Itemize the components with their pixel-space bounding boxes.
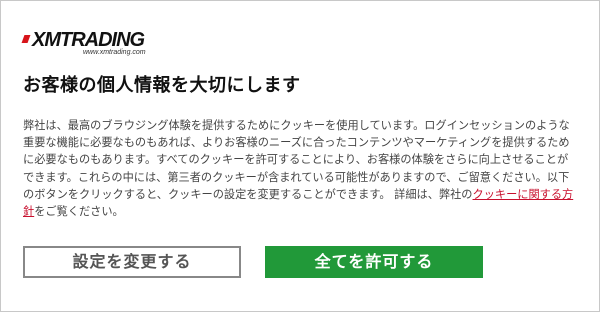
logo-red-mark-icon	[21, 35, 31, 43]
xmtrading-logo: XMTRADING www.xmtrading.com	[21, 29, 163, 61]
cookie-description: 弊社は、最高のブラウジング体験を提供するためにクッキーを使用しています。ログイン…	[23, 117, 579, 220]
dialog-title: お客様の個人情報を大切にします	[23, 75, 301, 96]
accept-all-button[interactable]: 全てを許可する	[265, 246, 483, 278]
description-text-end: をご覧ください。	[34, 205, 124, 219]
change-settings-button[interactable]: 設定を変更する	[23, 246, 241, 278]
logo-url-text: www.xmtrading.com	[83, 49, 146, 56]
logo-brand-text: XMTRADING	[32, 29, 145, 51]
cookie-consent-dialog: XMTRADING www.xmtrading.com お客様の個人情報を大切に…	[0, 0, 600, 312]
